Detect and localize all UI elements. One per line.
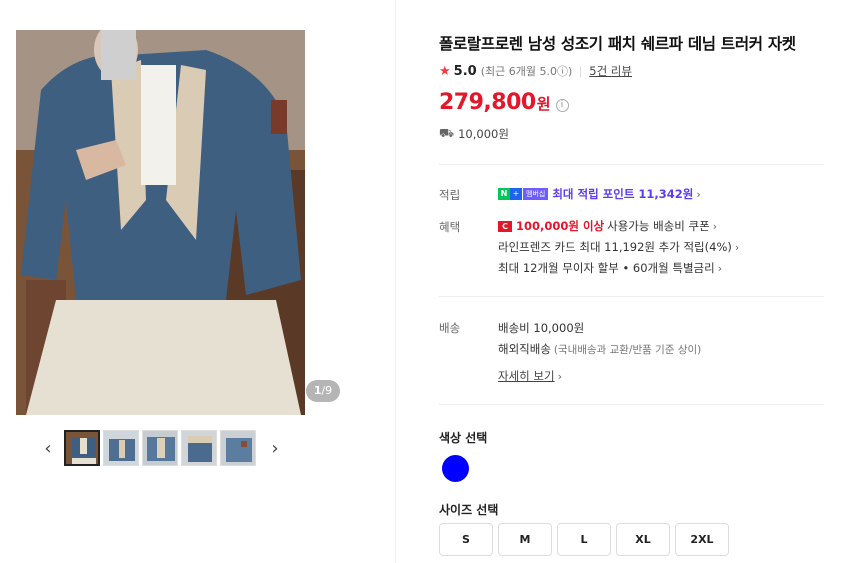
next-image-button[interactable]: › [265, 428, 285, 468]
thumbnail-3[interactable] [142, 430, 178, 466]
color-select-title: 색상 선택 [439, 431, 488, 445]
overseas-note: (국내배송과 교환/반품 기준 상이) [553, 343, 702, 356]
thumbnail-1[interactable] [64, 430, 100, 466]
divider [439, 164, 824, 165]
chevron-right-icon: › [717, 261, 723, 275]
size-button-2xl[interactable]: 2XL [675, 523, 729, 556]
price-info-icon[interactable]: i [555, 99, 569, 112]
coupon-amount: 100,000원 이상 [516, 219, 605, 233]
review-link[interactable]: 5건 리뷰 [589, 63, 632, 79]
truck-icon: ⛟ [439, 126, 455, 140]
thumbnail-5[interactable] [220, 430, 256, 466]
star-icon: ★ [439, 63, 451, 79]
size-select-title: 사이즈 선택 [439, 503, 499, 517]
divider [439, 404, 824, 405]
price-unit: 원 [536, 95, 551, 113]
delivery-detail-link[interactable]: 자세히 보기 [498, 368, 555, 384]
thumbnail-2[interactable] [103, 430, 139, 466]
delivery-detail-row[interactable]: 자세히 보기 › [498, 368, 562, 384]
product-gallery: 1/9 ‹ › [0, 0, 396, 563]
shipping-fee: 10,000원 [458, 127, 509, 141]
product-title: 폴로랄프로렌 남성 성조기 패치 쉐르파 데님 트러커 자켓 [439, 35, 796, 53]
price-value: 279,800 [439, 90, 536, 115]
chevron-right-icon: › [734, 240, 740, 254]
benefit-label: 혜택 [439, 220, 461, 234]
divider [439, 296, 824, 297]
price: 279,800 원 i [439, 90, 569, 115]
chevron-right-icon: › [271, 437, 279, 459]
thumbnail-4[interactable] [181, 430, 217, 466]
rating-recent: (최근 6개월 5.0ⓘ) [480, 65, 573, 78]
separator [580, 65, 582, 77]
delivery-label: 배송 [439, 321, 461, 335]
size-button-xl[interactable]: XL [616, 523, 670, 556]
color-swatch-blue[interactable] [442, 455, 469, 482]
points-text: 최대 적립 포인트 11,342원 [552, 187, 694, 201]
main-product-image[interactable] [16, 30, 305, 415]
chevron-right-icon: › [696, 187, 701, 201]
chevron-right-icon: › [712, 219, 718, 233]
card-benefit-text: 라인프렌즈 카드 최대 11,192원 추가 적립(4%) [498, 240, 732, 254]
prev-image-button[interactable]: ‹ [38, 428, 58, 468]
coupon-row[interactable]: C 100,000원 이상 사용가능 배송비 쿠폰 › [498, 218, 717, 234]
overseas-text: 해외직배송 [498, 342, 551, 356]
size-button-s[interactable]: S [439, 523, 493, 556]
points-row[interactable]: N + 멤버십 최대 적립 포인트 11,342원 › [498, 186, 701, 202]
overseas-row: 해외직배송 (국내배송과 교환/반품 기준 상이) [498, 341, 701, 357]
shipping-fee-row: ⛟ 10,000원 [439, 126, 509, 142]
size-button-m[interactable]: M [498, 523, 552, 556]
card-benefit-row[interactable]: 라인프렌즈 카드 최대 11,192원 추가 적립(4%) › [498, 239, 739, 255]
coupon-icon: C [498, 220, 512, 232]
points-label: 적립 [439, 188, 461, 202]
chevron-right-icon: › [557, 369, 562, 383]
installment-text: 최대 12개월 무이자 할부 • 60개월 특별금리 [498, 261, 715, 275]
rating-row: ★ 5.0 (최근 6개월 5.0ⓘ) 5건 리뷰 [439, 63, 632, 79]
npay-membership-badge: N + 멤버십 [498, 188, 549, 200]
thumbnail-strip: ‹ › [38, 428, 285, 468]
coupon-text: 사용가능 배송비 쿠폰 [607, 219, 710, 233]
size-button-l[interactable]: L [557, 523, 611, 556]
size-options: S M L XL 2XL [439, 523, 734, 556]
info-icon: ⓘ [556, 65, 568, 78]
rating-score: 5.0 [453, 63, 477, 79]
image-counter: 1/9 [306, 380, 340, 402]
chevron-left-icon: ‹ [44, 437, 52, 459]
delivery-fee: 배송비 10,000원 [498, 321, 585, 335]
installment-row[interactable]: 최대 12개월 무이자 할부 • 60개월 특별금리 › [498, 260, 722, 276]
